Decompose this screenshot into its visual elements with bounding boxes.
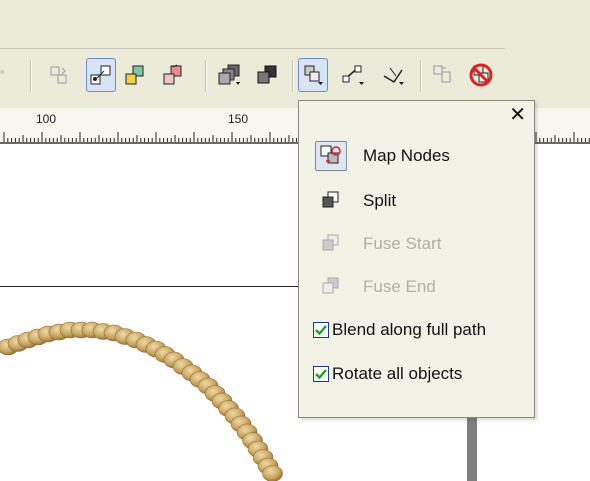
blend-along-full-path-option[interactable]: Blend along full path xyxy=(313,318,486,342)
start-object-button[interactable] xyxy=(86,58,116,92)
toolbar-separator xyxy=(205,60,207,92)
fuse-end-icon xyxy=(315,272,347,302)
start-end-properties-icon xyxy=(342,65,364,85)
clone-blend-icon xyxy=(257,65,277,84)
ruler-label: 100 xyxy=(36,112,57,126)
rotate-all-objects-option[interactable]: Rotate all objects xyxy=(313,362,462,386)
end-object-button[interactable] xyxy=(120,58,150,92)
path-properties-button[interactable] xyxy=(158,58,188,92)
toolbar-separator xyxy=(420,60,422,92)
path-dropdown-icon xyxy=(383,67,404,85)
end-object-icon xyxy=(125,65,144,85)
map-nodes-icon xyxy=(315,141,347,171)
map-nodes-item[interactable]: Map Nodes xyxy=(315,141,525,171)
fuse-start-label: Fuse Start xyxy=(363,234,442,253)
ruler-label: 150 xyxy=(228,112,249,126)
blend-along-full-path-checkbox[interactable] xyxy=(313,322,329,338)
toolbar-separator xyxy=(30,60,32,92)
blend-options-popup: ✕ Map Nodes Split Fuse Start Fuse End Bl… xyxy=(298,100,535,418)
start-object-icon xyxy=(90,65,111,85)
transform-button[interactable] xyxy=(44,58,74,92)
path-properties-dropdown-button[interactable] xyxy=(378,58,408,92)
clear-blend-icon xyxy=(469,63,493,87)
fuse-end-item[interactable]: Fuse End xyxy=(315,272,525,302)
transform-icon xyxy=(50,66,67,84)
toolbar-separator xyxy=(292,60,294,92)
blend-along-full-path-label: Blend along full path xyxy=(332,320,487,339)
more-blend-options-button[interactable] xyxy=(298,58,328,92)
property-bar: ◦ xyxy=(0,0,590,108)
rotate-all-objects-label: Rotate all objects xyxy=(332,364,463,383)
map-nodes-label: Map Nodes xyxy=(363,146,450,165)
fuse-start-item[interactable]: Fuse Start xyxy=(315,229,525,259)
clone-blend-button[interactable] xyxy=(252,58,282,92)
split-icon xyxy=(315,186,347,216)
split-item[interactable]: Split xyxy=(315,186,525,216)
copy-properties-icon xyxy=(433,65,451,83)
checkmark-icon xyxy=(315,369,327,380)
copy-blend-icon xyxy=(218,64,240,85)
path-properties-icon xyxy=(163,64,182,85)
clear-blend-button[interactable] xyxy=(466,58,496,92)
more-blend-options-icon xyxy=(304,65,323,85)
start-end-properties-button[interactable] xyxy=(338,58,368,92)
split-label: Split xyxy=(363,191,397,210)
copy-blend-button[interactable] xyxy=(214,58,244,92)
fuse-end-label: Fuse End xyxy=(363,277,436,296)
toolbar-divider xyxy=(0,48,505,49)
rotate-all-objects-checkbox[interactable] xyxy=(313,366,329,382)
checkmark-icon xyxy=(315,325,327,336)
copy-properties-button[interactable] xyxy=(428,58,458,92)
toolbar-grip-icon[interactable]: ◦ xyxy=(0,64,5,79)
close-icon[interactable]: ✕ xyxy=(509,105,526,125)
fuse-start-icon xyxy=(315,229,347,259)
